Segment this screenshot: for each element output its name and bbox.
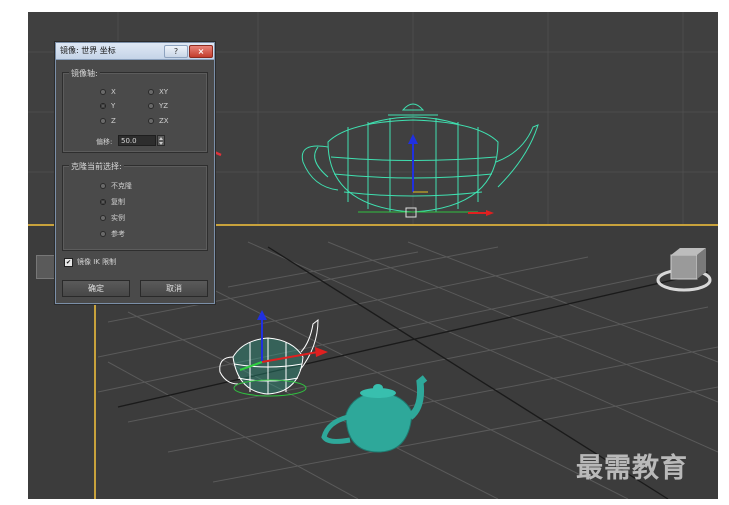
checkbox-box: ✔	[64, 257, 73, 267]
radio-dot-selected	[100, 103, 106, 109]
radio-axis-y[interactable]: Y	[100, 102, 115, 110]
ok-button[interactable]: 确定	[62, 280, 130, 297]
radio-label: ZX	[159, 117, 169, 125]
radio-label: 参考	[111, 230, 125, 238]
radio-axis-yz[interactable]: YZ	[148, 102, 168, 110]
radio-reference[interactable]: 参考	[100, 229, 125, 239]
radio-no-clone[interactable]: 不克隆	[100, 181, 132, 191]
radio-axis-xy[interactable]: XY	[148, 88, 168, 96]
mirror-axis-label: 镜像轴:	[69, 68, 100, 79]
radio-axis-zx[interactable]: ZX	[148, 117, 169, 125]
radio-dot-selected	[100, 199, 106, 205]
radio-dot	[100, 118, 106, 124]
clone-selection-group: 克隆当前选择:	[62, 161, 208, 251]
mirror-ik-checkbox[interactable]: ✔ 镜像 IK 限制	[64, 257, 116, 267]
radio-dot	[148, 103, 154, 109]
radio-dot	[148, 89, 154, 95]
watermark-text: 最需教育	[576, 453, 688, 484]
radio-dot	[100, 215, 106, 221]
radio-label: YZ	[159, 102, 169, 110]
radio-instance[interactable]: 实例	[100, 213, 125, 223]
help-button[interactable]: ?	[164, 45, 188, 58]
close-button[interactable]: ×	[189, 45, 213, 58]
offset-spinner[interactable]	[157, 135, 165, 146]
offset-input[interactable]: 50.0	[118, 135, 156, 146]
radio-dot	[100, 89, 106, 95]
radio-label: Y	[111, 102, 116, 110]
radio-label: XY	[159, 88, 169, 96]
mirror-ik-label: 镜像 IK 限制	[77, 258, 117, 266]
radio-dot	[148, 118, 154, 124]
radio-label: 不克隆	[111, 182, 132, 190]
radio-label: Z	[111, 117, 116, 125]
radio-dot	[100, 231, 106, 237]
viewcube-icon[interactable]	[656, 248, 712, 292]
radio-label: 复制	[111, 198, 125, 206]
teapot-selected-wireframe[interactable]	[219, 318, 319, 395]
dialog-title: 镜像: 世界 坐标	[60, 46, 116, 55]
clone-selection-label: 克隆当前选择:	[69, 161, 124, 172]
mirror-dialog[interactable]: 镜像: 世界 坐标 ? × 镜像轴: X Y Z XY YZ ZX 偏移: 50…	[55, 42, 215, 304]
cancel-button[interactable]: 取消	[140, 280, 208, 297]
teapot-wireframe-front	[301, 103, 539, 213]
dialog-titlebar[interactable]: 镜像: 世界 坐标 ? ×	[56, 43, 214, 60]
radio-dot	[100, 183, 106, 189]
radio-label: 实例	[111, 214, 125, 222]
radio-axis-x[interactable]: X	[100, 88, 116, 96]
radio-axis-z[interactable]: Z	[100, 117, 116, 125]
radio-copy[interactable]: 复制	[100, 197, 125, 207]
radio-label: X	[111, 88, 116, 96]
offset-label: 偏移:	[96, 138, 113, 146]
